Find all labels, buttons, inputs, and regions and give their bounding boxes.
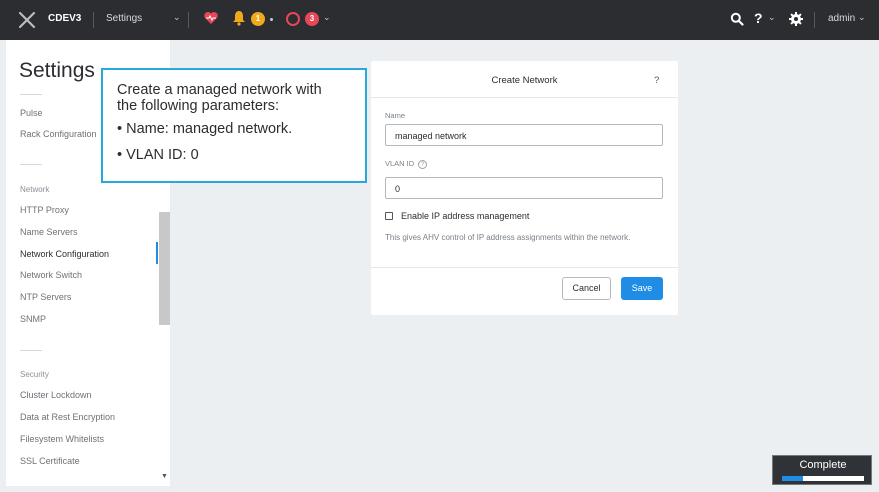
sidebar-item-ntp-servers[interactable]: NTP Servers (20, 292, 71, 302)
chevron-down-icon[interactable]: ⌄ (768, 12, 776, 23)
divider (20, 350, 42, 351)
name-field-label: Name (385, 111, 406, 120)
enable-ipam-checkbox[interactable] (385, 212, 393, 220)
warning-count-badge[interactable]: 1 (251, 12, 265, 26)
instruction-callout: Create a managed network with the follow… (101, 68, 367, 183)
gear-icon[interactable] (788, 11, 804, 27)
chevron-down-icon[interactable]: ⌄ (173, 12, 181, 23)
vlan-id-label-text: VLAN ID (385, 159, 415, 168)
enable-ipam-label[interactable]: Enable IP address management (401, 211, 529, 221)
sidebar-item-network-configuration[interactable]: Network Configuration (20, 249, 109, 259)
chevron-down-icon[interactable]: ⌄ (323, 12, 331, 23)
bell-icon[interactable] (232, 10, 246, 26)
top-navigation-bar: CDEV3 Settings ⌄ 1 3 ⌄ ? ⌄ admin ⌄ (0, 0, 879, 40)
ipam-help-text: This gives AHV control of IP address ass… (385, 233, 631, 242)
progress-fill (782, 476, 803, 481)
scroll-down-arrow-icon[interactable]: ▼ (161, 473, 168, 480)
critical-count-badge[interactable]: 3 (305, 12, 319, 26)
vlan-id-input[interactable]: 0 (385, 177, 663, 199)
sidebar-group-security: Security (20, 370, 49, 379)
chevron-down-icon[interactable]: ⌄ (858, 12, 866, 23)
sidebar-item-snmp[interactable]: SNMP (20, 314, 46, 324)
sidebar-item-network-switch[interactable]: Network Switch (20, 270, 82, 280)
sidebar-title: Settings (19, 59, 95, 82)
vlan-id-field-label: VLAN ID? (385, 159, 428, 169)
sidebar-item-filesystem-whitelists[interactable]: Filesystem Whitelists (20, 434, 104, 444)
divider (371, 97, 678, 98)
scrollbar-thumb[interactable] (159, 212, 170, 325)
callout-bullet-vlan: • VLAN ID: 0 (117, 147, 199, 163)
sidebar-item-ssl-certificate[interactable]: SSL Certificate (20, 456, 80, 466)
help-icon[interactable]: ? (754, 10, 763, 26)
create-network-dialog: Create Network ? Name managed network VL… (371, 61, 678, 315)
sidebar-item-rack-configuration[interactable]: Rack Configuration (20, 129, 97, 139)
health-heart-icon[interactable] (203, 10, 219, 26)
dialog-title: Create Network (491, 75, 558, 86)
divider (371, 267, 678, 268)
callout-intro-continued: the following parameters: (117, 98, 279, 114)
divider (814, 12, 815, 28)
divider (20, 94, 42, 95)
divider (20, 164, 42, 165)
cancel-button[interactable]: Cancel (562, 277, 611, 300)
divider (93, 12, 94, 28)
completion-progress-widget: Complete (772, 455, 872, 485)
critical-alert-icon[interactable] (286, 12, 300, 26)
sidebar-item-http-proxy[interactable]: HTTP Proxy (20, 205, 69, 215)
separator-dot (270, 18, 273, 21)
dialog-help-icon[interactable]: ? (654, 75, 659, 86)
search-icon[interactable] (730, 12, 744, 26)
user-menu[interactable]: admin (828, 13, 855, 24)
callout-bullet-name: • Name: managed network. (117, 121, 293, 137)
sidebar-item-pulse[interactable]: Pulse (20, 108, 43, 118)
sidebar-group-network: Network (20, 185, 50, 194)
question-mark-icon[interactable]: ? (418, 159, 428, 169)
name-input[interactable]: managed network (385, 124, 663, 146)
active-item-indicator (156, 242, 158, 264)
progress-track (782, 476, 864, 481)
cluster-name[interactable]: CDEV3 (48, 13, 81, 24)
nutanix-logo-icon[interactable] (18, 11, 36, 29)
sidebar-item-data-at-rest-encryption[interactable]: Data at Rest Encryption (20, 412, 115, 422)
current-section[interactable]: Settings (106, 13, 142, 24)
completion-label: Complete (799, 459, 847, 471)
sidebar-item-cluster-lockdown[interactable]: Cluster Lockdown (20, 390, 92, 400)
save-button[interactable]: Save (621, 277, 663, 300)
callout-intro: Create a managed network with (117, 82, 322, 98)
divider (188, 12, 189, 28)
sidebar-item-name-servers[interactable]: Name Servers (20, 227, 78, 237)
